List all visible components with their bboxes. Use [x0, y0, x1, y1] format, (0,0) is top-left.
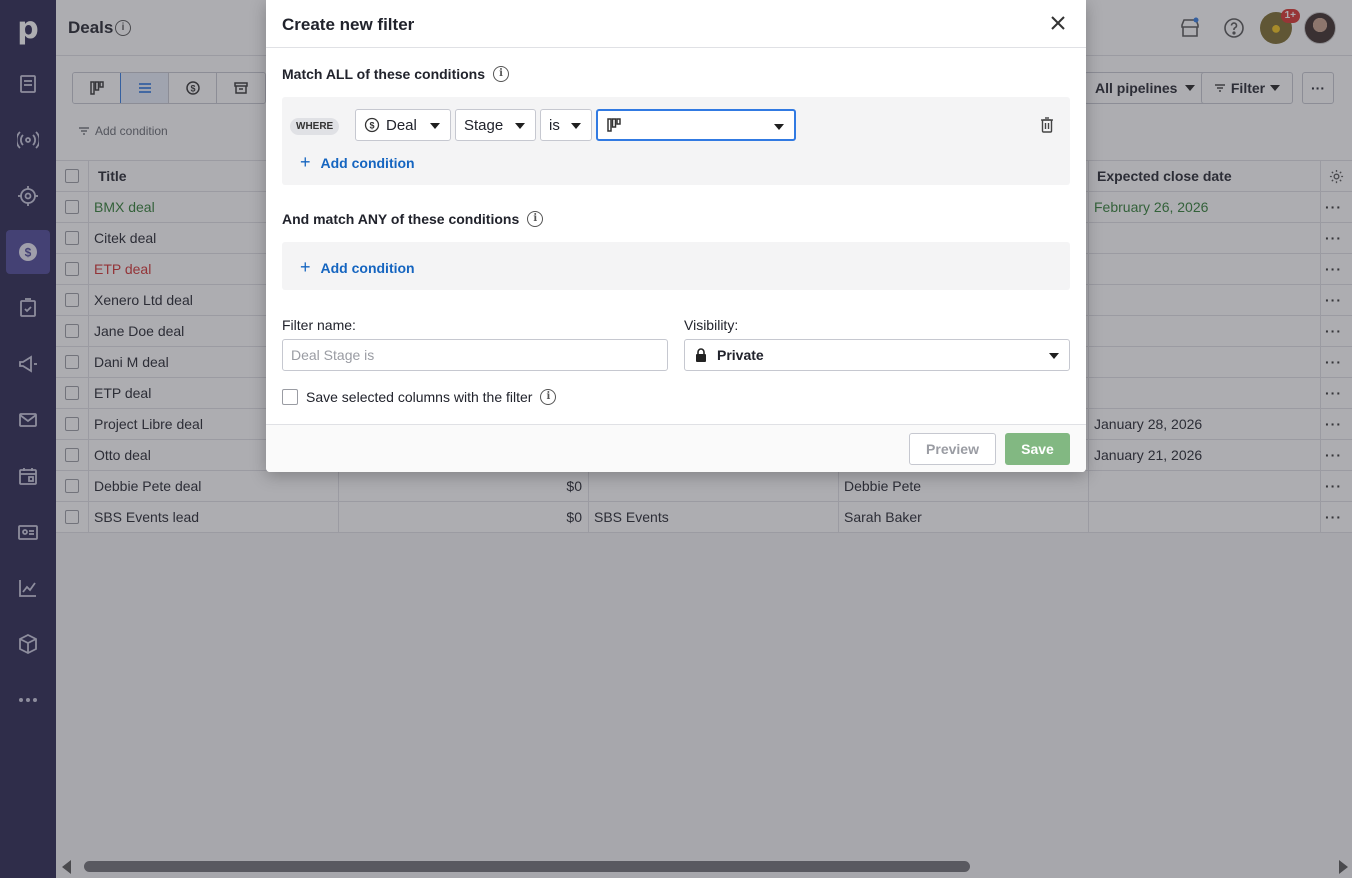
save-columns-label: Save selected columns with the filter	[306, 389, 533, 405]
info-icon[interactable]: i	[493, 66, 510, 82]
operator-value: is	[549, 116, 560, 134]
match-all-label: Match ALL of these conditions	[282, 66, 486, 82]
match-all-conditions: WHERE $ Deal Stage is + Add condition	[282, 97, 1070, 185]
lock-icon	[696, 348, 706, 362]
add-condition-label: Add condition	[320, 154, 415, 171]
add-condition-any-button[interactable]: + Add condition	[300, 257, 415, 278]
modal-footer: Preview Save	[266, 424, 1086, 472]
info-icon[interactable]: i	[527, 211, 544, 227]
chevron-down-icon	[774, 124, 784, 130]
save-columns-option: Save selected columns with the filter i	[282, 389, 557, 405]
field-select[interactable]: Stage	[455, 109, 536, 141]
visibility-select[interactable]: Private	[684, 339, 1070, 371]
info-icon[interactable]: i	[540, 389, 557, 405]
plus-icon: +	[300, 152, 311, 172]
chevron-down-icon	[571, 123, 581, 129]
add-condition-label: Add condition	[320, 259, 415, 276]
match-any-heading: And match ANY of these conditions i	[282, 211, 544, 227]
field-value: Stage	[464, 116, 504, 134]
filter-name-input[interactable]	[282, 339, 668, 371]
plus-icon: +	[300, 257, 311, 277]
stage-value-select[interactable]	[596, 109, 796, 141]
visibility-value: Private	[717, 347, 764, 363]
match-any-conditions: + Add condition	[282, 242, 1070, 290]
entity-value: Deal	[386, 116, 417, 134]
pipeline-stage-icon	[607, 118, 621, 132]
save-columns-checkbox[interactable]	[282, 389, 298, 405]
where-badge: WHERE	[290, 118, 340, 135]
chevron-down-icon	[1049, 353, 1059, 359]
deal-icon: $	[364, 117, 380, 133]
preview-button[interactable]: Preview	[909, 433, 996, 465]
add-condition-all-button[interactable]: + Add condition	[300, 152, 415, 173]
create-filter-modal: Create new filter Match ALL of these con…	[266, 0, 1086, 472]
match-any-label: And match ANY of these conditions	[282, 211, 520, 227]
operator-select[interactable]: is	[540, 109, 592, 141]
match-all-heading: Match ALL of these conditions i	[282, 66, 510, 82]
chevron-down-icon	[515, 123, 525, 129]
close-icon[interactable]	[1050, 15, 1066, 31]
save-button[interactable]: Save	[1005, 433, 1070, 465]
svg-text:$: $	[369, 121, 374, 131]
filter-name-label: Filter name:	[282, 317, 356, 333]
entity-select[interactable]: $ Deal	[355, 109, 451, 141]
modal-title: Create new filter	[282, 15, 415, 34]
delete-condition-icon[interactable]	[1040, 117, 1054, 133]
visibility-label: Visibility:	[684, 317, 739, 333]
chevron-down-icon	[430, 123, 440, 129]
modal-header: Create new filter	[266, 0, 1086, 48]
